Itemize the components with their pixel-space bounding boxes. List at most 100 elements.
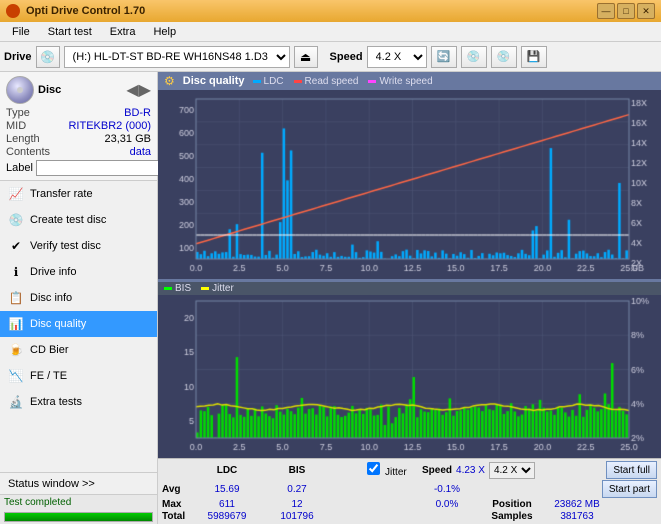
drive-label: Drive <box>4 51 32 63</box>
extra-tests-icon: 🔬 <box>8 394 24 410</box>
samples-value: 381763 <box>542 511 612 522</box>
menu-extra[interactable]: Extra <box>102 24 144 40</box>
drive-bar: Drive 💿 (H:) HL-DT-ST BD-RE WH16NS48 1.D… <box>0 42 661 72</box>
verify-test-disc-icon: ✔ <box>8 238 24 254</box>
bottom-chart-legend: BIS Jitter <box>158 282 661 295</box>
type-value: BD-R <box>124 107 151 119</box>
title-bar: Opti Drive Control 1.70 — □ ✕ <box>0 0 661 22</box>
create-test-disc-icon: 💿 <box>8 212 24 228</box>
bis-header: BIS <box>262 465 332 476</box>
canvas-top <box>158 91 661 279</box>
mid-label: MID <box>6 120 26 132</box>
sidebar-item-fe-te[interactable]: 📉 FE / TE <box>0 363 157 389</box>
disc-info-icon: 📋 <box>8 290 24 306</box>
speed-value: 4.23 X <box>456 465 485 476</box>
sidebar-item-cd-bier[interactable]: 🍺 CD Bier <box>0 337 157 363</box>
write-speed-legend-label: Write speed <box>379 76 432 87</box>
stats-bar: LDC BIS Jitter Speed 4.23 X 4.2 X Start … <box>158 458 661 524</box>
dq-legend: LDC Read speed Write speed <box>253 76 433 87</box>
max-bis: 12 <box>262 499 332 510</box>
length-label: Length <box>6 133 40 145</box>
speed-select[interactable]: 4.2 X <box>367 46 427 68</box>
progress-bar-fill <box>5 513 152 521</box>
write-speed-legend-dot <box>368 80 376 83</box>
label-key: Label <box>6 162 33 174</box>
avg-label: Avg <box>162 484 192 495</box>
content-area: ⚙ Disc quality LDC Read speed Write spee… <box>158 72 661 524</box>
save-button[interactable]: 💾 <box>521 46 547 68</box>
disc-nav-arrows[interactable]: ◀▶ <box>126 80 151 100</box>
ldc-legend-label: LDC <box>264 76 284 87</box>
read-speed-legend-label: Read speed <box>305 76 359 87</box>
total-ldc: 5989679 <box>192 511 262 522</box>
status-window-button[interactable]: Status window >> <box>0 473 157 495</box>
label-input[interactable] <box>36 160 174 176</box>
total-label: Total <box>162 511 192 522</box>
sidebar-item-disc-info[interactable]: 📋 Disc info <box>0 285 157 311</box>
charts-area: BIS Jitter <box>158 91 661 458</box>
contents-value: data <box>130 146 151 158</box>
jitter-legend-dot <box>201 287 209 290</box>
max-jitter: 0.0% <box>412 499 482 510</box>
type-label: Type <box>6 107 30 119</box>
disc-quality-title: Disc quality <box>183 75 245 87</box>
sidebar-item-create-test-disc[interactable]: 💿 Create test disc <box>0 207 157 233</box>
disc-panel: Disc ◀▶ Type BD-R MID RITEKBR2 (000) Len… <box>0 72 157 181</box>
max-label: Max <box>162 499 192 510</box>
speed-select-stats[interactable]: 4.2 X <box>489 462 535 479</box>
fe-te-icon: 📉 <box>8 368 24 384</box>
drive-info-icon: ℹ <box>8 264 24 280</box>
speed-header: Speed <box>422 465 452 476</box>
menu-help[interactable]: Help <box>145 24 184 40</box>
status-message: Test completed <box>0 495 157 510</box>
eject-button[interactable]: ⏏ <box>294 46 318 68</box>
jitter-legend-label: Jitter <box>212 283 234 294</box>
refresh-button[interactable]: 🔄 <box>431 46 457 68</box>
nav-items: 📈 Transfer rate 💿 Create test disc ✔ Ver… <box>0 181 157 472</box>
position-value: 23862 MB <box>542 499 612 510</box>
menu-start-test[interactable]: Start test <box>40 24 100 40</box>
bis-legend-label: BIS <box>175 283 191 294</box>
disc-button-2[interactable]: 💿 <box>491 46 517 68</box>
sidebar-item-extra-tests[interactable]: 🔬 Extra tests <box>0 389 157 415</box>
cd-bier-icon: 🍺 <box>8 342 24 358</box>
ldc-legend-dot <box>253 80 261 83</box>
maximize-button[interactable]: □ <box>617 3 635 19</box>
sidebar-item-disc-quality[interactable]: 📊 Disc quality <box>0 311 157 337</box>
chart-bottom <box>158 295 661 458</box>
progress-bar-container <box>4 512 153 522</box>
read-speed-legend-dot <box>294 80 302 83</box>
drive-select[interactable]: (H:) HL-DT-ST BD-RE WH16NS48 1.D3 <box>64 46 290 68</box>
sidebar-item-transfer-rate[interactable]: 📈 Transfer rate <box>0 181 157 207</box>
avg-ldc: 15.69 <box>192 484 262 495</box>
close-button[interactable]: ✕ <box>637 3 655 19</box>
app-icon <box>6 4 20 18</box>
avg-bis: 0.27 <box>262 484 332 495</box>
transfer-rate-icon: 📈 <box>8 186 24 202</box>
length-value: 23,31 GB <box>105 133 151 145</box>
disc-section-label: Disc <box>38 84 61 96</box>
disc-button-1[interactable]: 💿 <box>461 46 487 68</box>
contents-label: Contents <box>6 146 50 158</box>
menu-bar: File Start test Extra Help <box>0 22 661 42</box>
speed-label: Speed <box>330 51 363 63</box>
bis-legend-dot <box>164 287 172 290</box>
drive-icon: 💿 <box>36 46 60 68</box>
start-full-button[interactable]: Start full <box>606 461 657 479</box>
minimize-button[interactable]: — <box>597 3 615 19</box>
main-layout: Disc ◀▶ Type BD-R MID RITEKBR2 (000) Len… <box>0 72 661 524</box>
max-ldc: 611 <box>192 499 262 510</box>
canvas-bottom <box>158 295 661 458</box>
position-label: Position <box>482 499 542 510</box>
disc-image <box>6 76 34 104</box>
sidebar-item-verify-test-disc[interactable]: ✔ Verify test disc <box>0 233 157 259</box>
menu-file[interactable]: File <box>4 24 38 40</box>
jitter-checkbox[interactable] <box>367 462 380 475</box>
sidebar-item-drive-info[interactable]: ℹ Drive info <box>0 259 157 285</box>
jitter-check-area[interactable]: Jitter <box>352 462 422 478</box>
samples-label: Samples <box>482 511 542 522</box>
ldc-header: LDC <box>192 465 262 476</box>
mid-value: RITEKBR2 (000) <box>68 120 151 132</box>
start-part-button[interactable]: Start part <box>602 480 657 498</box>
avg-jitter: -0.1% <box>412 484 482 495</box>
